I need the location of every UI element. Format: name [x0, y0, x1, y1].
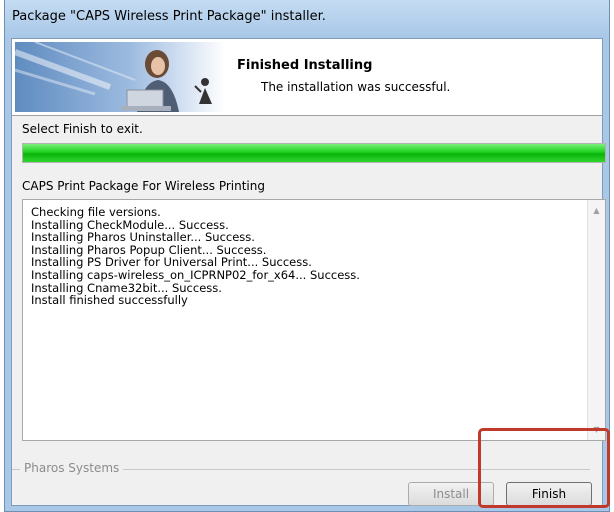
header-banner: Finished Installing The installation was… [12, 39, 602, 116]
installer-graphic-icon [15, 42, 225, 112]
package-name-label: CAPS Print Package For Wireless Printing [22, 179, 265, 193]
log-lines: Checking file versions. Installing CheckM… [31, 206, 581, 307]
finish-button[interactable]: Finish [506, 482, 592, 506]
log-line: Installing Pharos Uninstaller... Success… [31, 230, 255, 245]
log-line: Installing caps-wireless_on_ICPRNP02_for… [31, 267, 360, 282]
installer-window: Package "CAPS Wireless Print Package" in… [4, 0, 610, 512]
log-line: Checking file versions. [31, 205, 161, 219]
log-line: Install finished successfully [31, 293, 188, 308]
scroll-down-arrow-icon[interactable]: ▼ [588, 421, 605, 438]
scroll-up-arrow-icon[interactable]: ▲ [588, 202, 605, 219]
vendor-label: Pharos Systems [20, 461, 124, 475]
install-button[interactable]: Install [408, 482, 494, 506]
dialog-content: Finished Installing The installation was… [11, 38, 606, 506]
progress-bar [22, 143, 606, 163]
window-title: Package "CAPS Wireless Print Package" in… [12, 9, 326, 24]
banner-subtitle: The installation was successful. [261, 80, 451, 94]
title-bar[interactable]: Package "CAPS Wireless Print Package" in… [5, 0, 609, 38]
log-scrollbar[interactable]: ▲ ▼ [587, 200, 605, 440]
progress-fill [23, 144, 605, 162]
install-log[interactable]: Checking file versions. Installing CheckM… [22, 199, 606, 441]
status-instruction: Select Finish to exit. [22, 122, 143, 136]
banner-heading: Finished Installing [237, 58, 373, 73]
banner-illustration [15, 42, 225, 112]
